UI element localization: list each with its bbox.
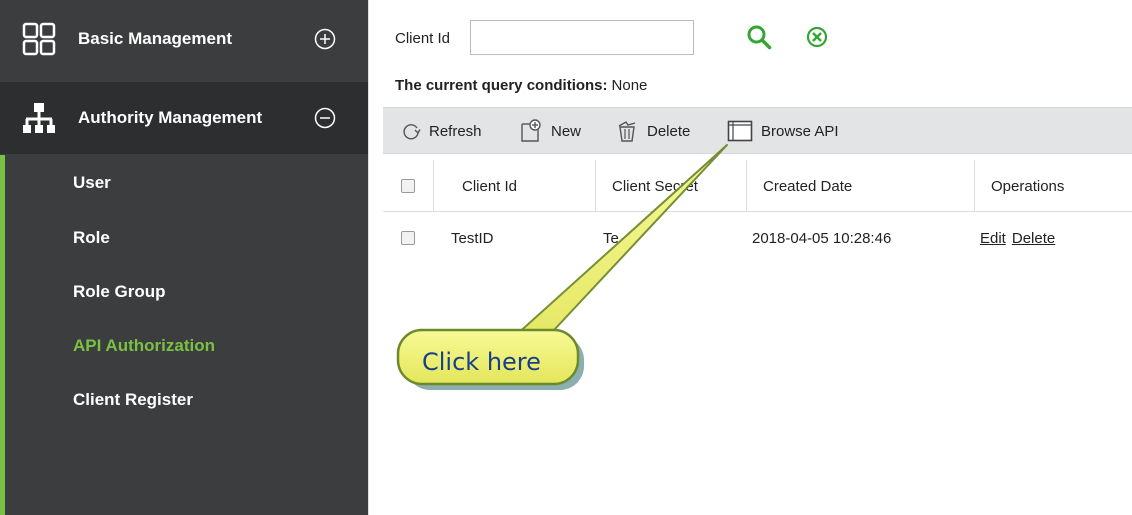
sidebar-item-client-register[interactable]: Client Register [73,390,193,410]
minus-circle-icon[interactable] [314,107,336,129]
cell-client-secret: Te [603,229,619,247]
new-button[interactable]: New [519,108,581,154]
edit-link[interactable]: Edit [980,230,1006,247]
select-all-checkbox-cell [401,160,415,212]
select-all-checkbox[interactable] [401,179,415,193]
table-row: TestID Te 2018-04-05 10:28:46 Edit Delete [383,212,1132,264]
sidebar-item-role[interactable]: Role [73,228,110,248]
delete-label: Delete [647,122,691,140]
menu-authority-management-label: Authority Management [78,108,263,127]
refresh-label: Refresh [429,122,482,140]
browse-api-button[interactable]: Browse API [727,108,839,154]
table-header-row: Client Id Client Secret Created Date Ope… [383,160,1132,212]
main-panel: Client Id The current query conditions: N… [368,0,1132,515]
client-id-search-input[interactable] [470,20,694,55]
cell-operations: Edit Delete [974,212,1132,264]
query-conditions: The current query conditions: None [395,77,647,94]
clear-search-icon[interactable] [806,26,828,48]
query-conditions-label: The current query conditions: [395,77,608,94]
browse-api-label: Browse API [761,122,839,140]
client-id-label: Client Id [395,30,451,47]
cell-client-id: TestID [451,229,494,247]
search-icon[interactable] [746,24,772,50]
toolbar: Refresh New Delete Browse API [383,107,1132,154]
col-header-operations: Operations [974,160,1132,212]
plus-circle-icon[interactable] [314,28,336,50]
sidebar-item-api-authorization[interactable]: API Authorization [73,336,215,356]
sidebar: Basic Management Authority Management Us… [0,0,368,515]
grid-icon [22,22,56,56]
delete-button[interactable]: Delete [615,108,690,154]
row-checkbox-cell [401,212,415,264]
menu-authority-management[interactable]: Authority Management [0,82,368,154]
new-document-icon [521,119,541,142]
delete-link[interactable]: Delete [1012,230,1055,247]
refresh-icon [403,124,421,140]
callout-label: Click here [422,348,541,376]
new-label: New [551,122,582,140]
row-checkbox[interactable] [401,231,415,245]
refresh-button[interactable]: Refresh [401,108,482,154]
trash-icon [618,121,636,142]
col-header-client-secret[interactable]: Client Secret [595,160,746,212]
menu-basic-management-label: Basic Management [78,29,232,48]
org-chart-icon [23,103,55,133]
sidebar-item-role-group[interactable]: Role Group [73,282,166,302]
col-header-created-date[interactable]: Created Date [746,160,974,212]
cell-created-date: 2018-04-05 10:28:46 [752,229,892,247]
query-conditions-value: None [611,77,648,94]
browser-window-icon [727,120,753,142]
menu-basic-management[interactable]: Basic Management [0,5,368,73]
col-header-client-id[interactable]: Client Id [433,160,595,212]
sidebar-accent-bar [0,155,5,515]
sidebar-item-user[interactable]: User [73,173,111,193]
